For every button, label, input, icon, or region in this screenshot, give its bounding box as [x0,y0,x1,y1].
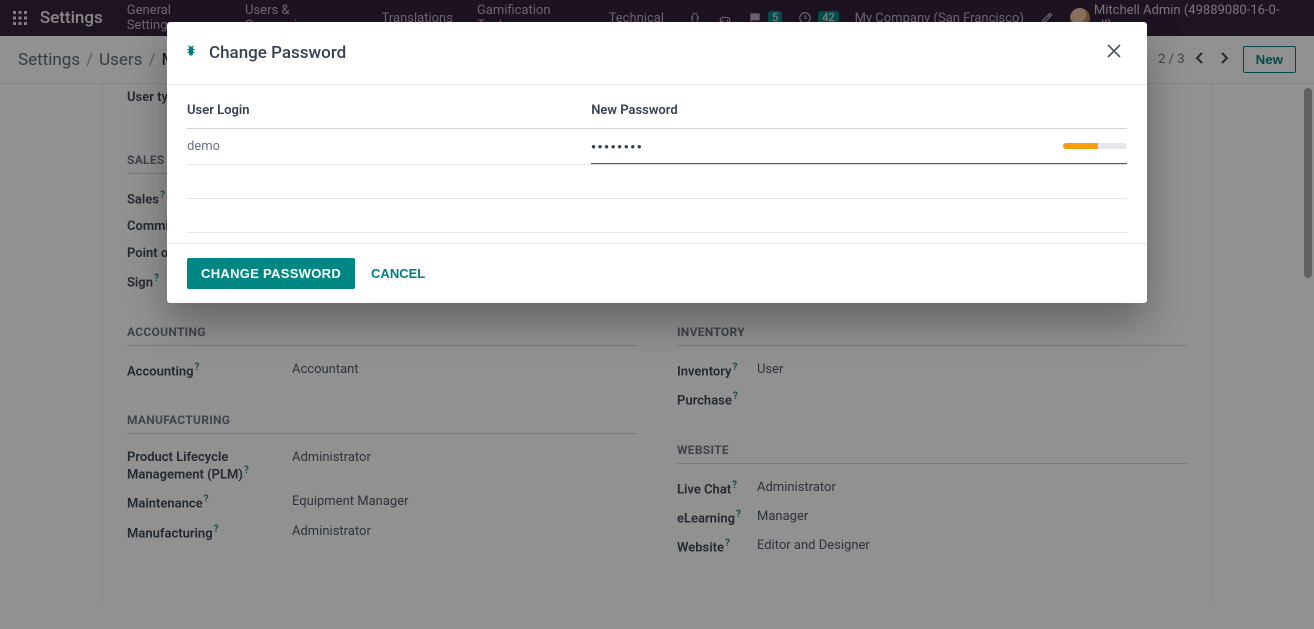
cancel-button[interactable]: CANCEL [371,266,425,281]
change-password-button[interactable]: CHANGE PASSWORD [187,258,355,289]
modal-footer: CHANGE PASSWORD CANCEL [167,243,1147,303]
modal-body: User Login demo New Password [167,85,1147,243]
user-login-header: User Login [187,103,591,129]
modal-title: Change Password [209,43,1091,63]
list-row[interactable] [187,199,1127,233]
list-row[interactable] [187,165,1127,199]
modal-header: Change Password [167,22,1147,85]
new-password-header: New Password [591,103,1127,129]
close-icon[interactable] [1101,38,1127,68]
change-password-modal: Change Password User Login demo New Pass… [167,22,1147,303]
user-login-value: demo [187,139,220,154]
password-strength-meter [1063,143,1127,149]
bug-icon[interactable] [183,43,199,63]
new-password-input[interactable] [591,139,1037,154]
